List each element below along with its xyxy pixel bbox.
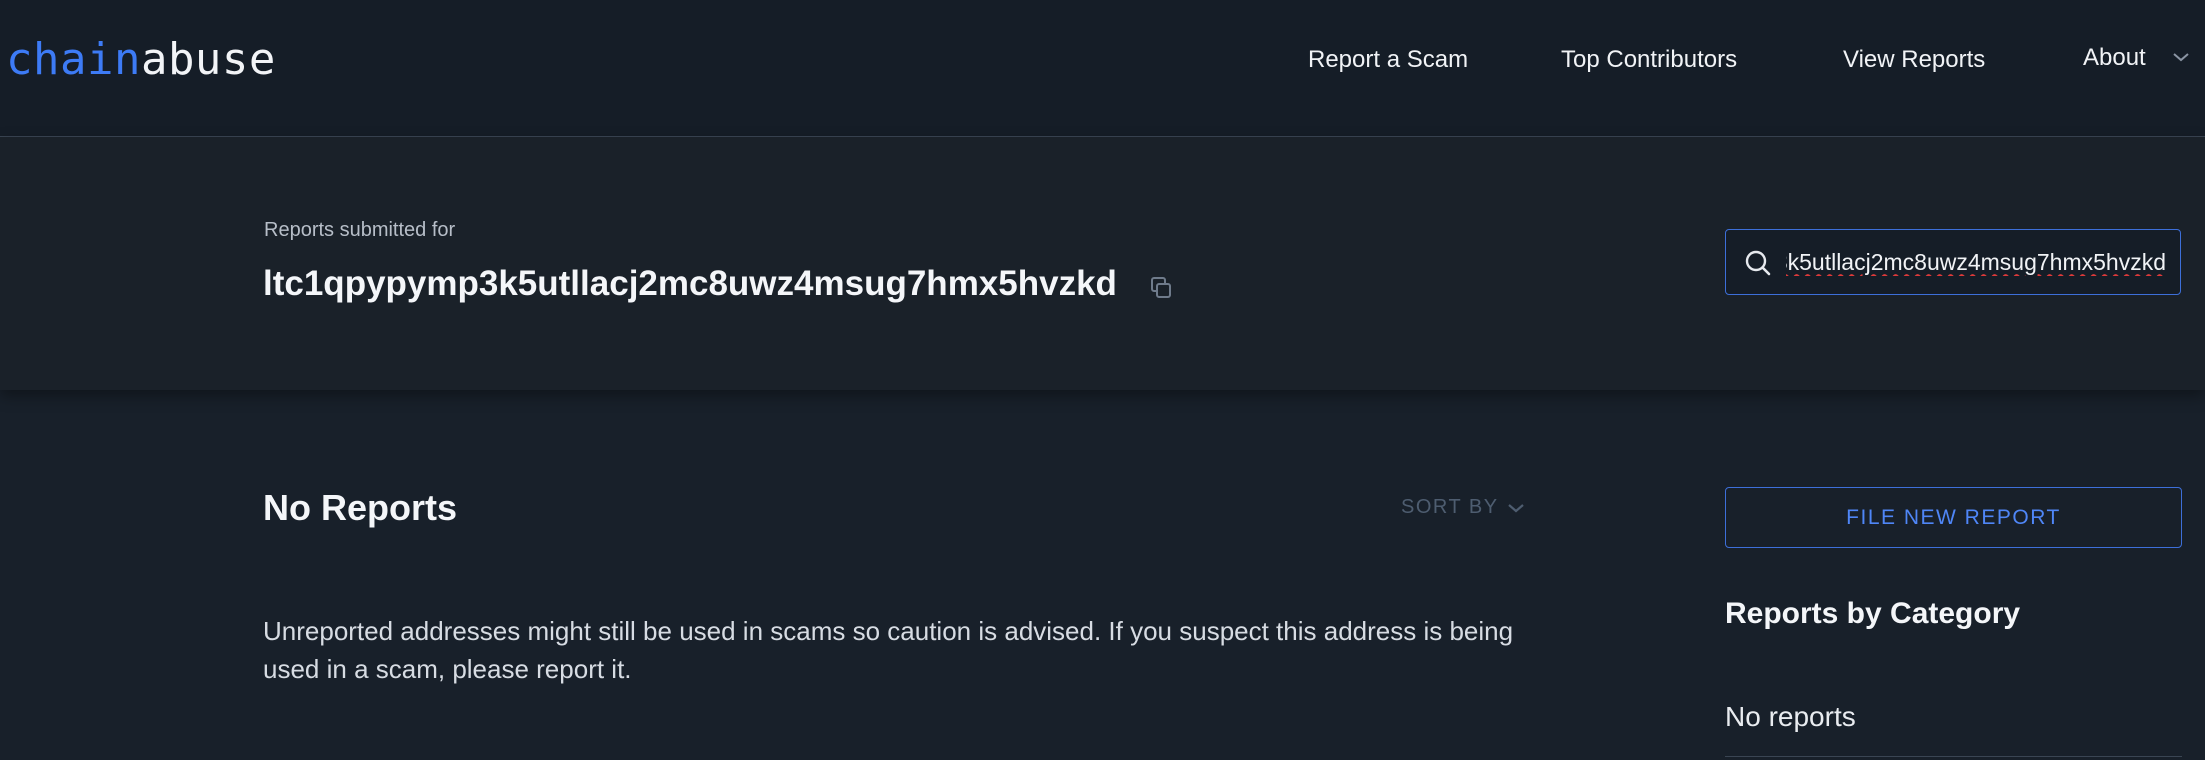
logo-abuse-text: abuse: [140, 34, 276, 85]
nav-view-reports[interactable]: View Reports: [1843, 46, 1985, 74]
file-new-report-button[interactable]: FILE NEW REPORT: [1725, 487, 2182, 548]
reports-by-category-title: Reports by Category: [1725, 597, 2021, 630]
no-reports-title: No Reports: [263, 487, 458, 528]
copy-icon[interactable]: [1148, 275, 1174, 301]
site-header: chainabuse Report a Scam Top Contributor…: [0, 0, 2205, 137]
divider: [1725, 756, 2182, 757]
no-reports-text: No reports: [1725, 701, 1856, 732]
nav-top-contributors[interactable]: Top Contributors: [1561, 46, 1737, 74]
logo-chain-text: chain: [6, 34, 141, 85]
sort-by-label: SORT BY: [1401, 496, 1499, 518]
chainabuse-logo[interactable]: chainabuse: [6, 34, 276, 85]
sort-by-dropdown[interactable]: SORT BY: [1401, 496, 1525, 519]
chevron-down-icon[interactable]: [2172, 50, 2190, 64]
search-box[interactable]: [1725, 229, 2181, 295]
chevron-down-icon: [1507, 503, 1524, 512]
caution-text: Unreported addresses might still be used…: [263, 616, 1514, 684]
search-icon: [1745, 250, 1771, 276]
address-hero: Reports submitted for ltc1qpypymp3k5utll…: [0, 137, 2205, 390]
search-input[interactable]: [1786, 242, 2166, 282]
nav-about[interactable]: About: [2083, 44, 2146, 72]
reports-submitted-label: Reports submitted for: [264, 219, 456, 241]
address-title: ltc1qpypymp3k5utllacj2mc8uwz4msug7hmx5hv…: [263, 264, 1117, 303]
nav-report-scam[interactable]: Report a Scam: [1308, 46, 1468, 74]
